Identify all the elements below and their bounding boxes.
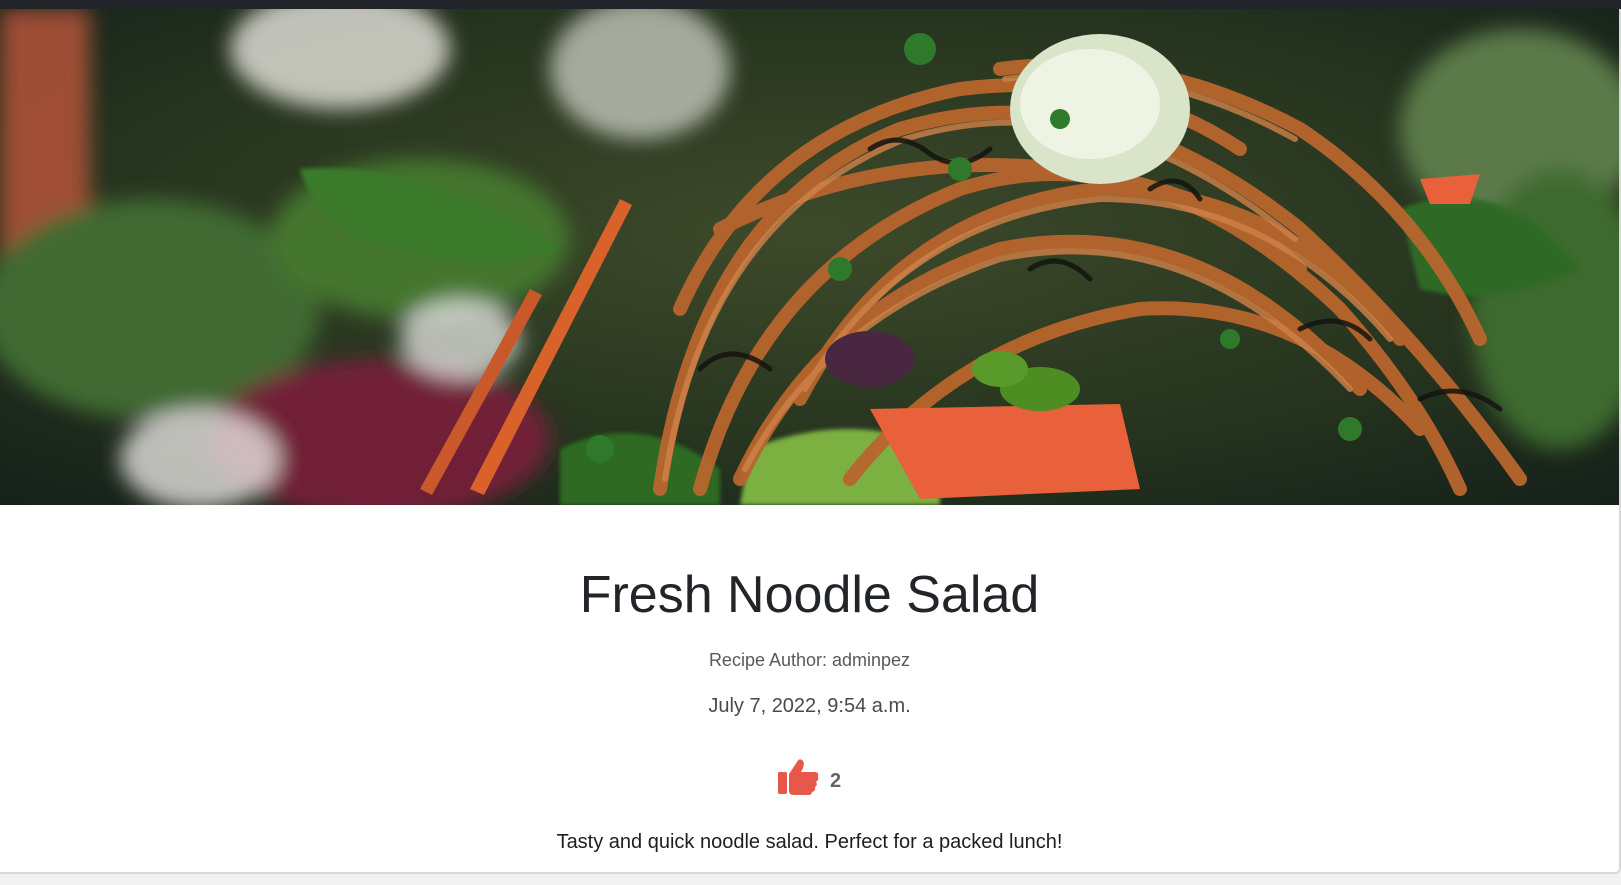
recipe-description: Tasty and quick noodle salad. Perfect fo… [556,831,1063,853]
recipe-hero-image [0,9,1619,505]
recipe-author: Recipe Author: adminpez [708,650,911,670]
recipe-title: Fresh Noodle Salad [579,566,1040,624]
thumbs-up-icon[interactable] [777,758,820,796]
recipe-card: Fresh Noodle Salad Recipe Author: adminp… [0,9,1621,874]
like-section: 2 [0,758,1619,796]
recipe-date: July 7, 2022, 9:54 a.m. [708,695,911,717]
like-count: 2 [829,769,842,792]
top-navbar [0,0,1621,9]
